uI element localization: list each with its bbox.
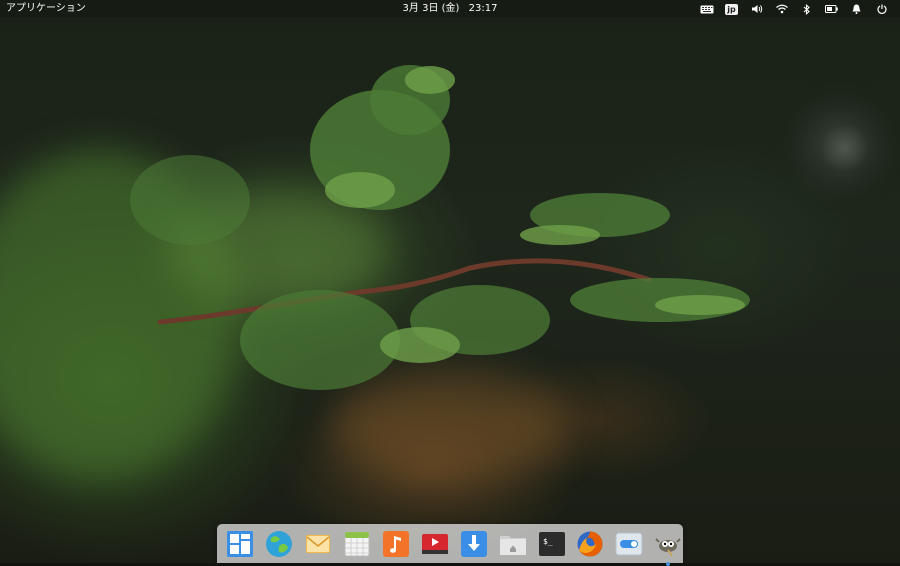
firefox-icon — [577, 531, 603, 557]
volume-icon[interactable] — [744, 0, 769, 18]
input-method-indicator[interactable]: jp — [719, 0, 744, 18]
appcenter-icon — [460, 531, 487, 557]
applications-menu-button[interactable]: アプリケーション — [6, 0, 86, 18]
notifications-icon[interactable] — [844, 0, 869, 18]
files-icon — [499, 536, 526, 555]
web-browser-launcher[interactable] — [260, 528, 299, 560]
bluetooth-icon[interactable] — [794, 0, 819, 18]
web-browser-icon — [266, 531, 293, 557]
mail-launcher[interactable] — [299, 528, 338, 560]
music-icon — [383, 531, 409, 557]
clock-date: 3月 3日 (金) — [402, 3, 460, 14]
calendar-launcher[interactable] — [338, 528, 377, 560]
top-panel: アプリケーション 3月 3日 (金) 23:17 jp — [0, 0, 900, 18]
multitasking-view-icon — [227, 531, 254, 557]
gimp-launcher[interactable] — [649, 528, 688, 566]
gimp-icon — [655, 538, 681, 557]
power-icon[interactable] — [869, 0, 894, 18]
keyboard-icon[interactable] — [694, 0, 719, 18]
mail-icon — [306, 535, 331, 553]
videos-launcher[interactable] — [415, 528, 454, 560]
system-settings-launcher[interactable] — [610, 528, 649, 560]
input-method-label: jp — [725, 3, 738, 15]
clock-time: 23:17 — [468, 3, 498, 14]
system-settings-icon — [615, 532, 643, 556]
svg-text:$_: $_ — [543, 537, 553, 546]
appcenter-launcher[interactable] — [454, 528, 493, 560]
music-launcher[interactable] — [377, 528, 416, 560]
calendar-icon — [344, 531, 370, 557]
files-launcher[interactable] — [493, 528, 532, 560]
videos-icon — [421, 534, 448, 554]
battery-icon[interactable] — [819, 0, 844, 18]
evergreen-branch-photo — [130, 65, 750, 390]
firefox-launcher[interactable] — [571, 528, 610, 560]
date-time-indicator[interactable]: 3月 3日 (金) 23:17 — [400, 0, 501, 18]
terminal-icon: $_ — [538, 532, 565, 556]
terminal-launcher[interactable]: $_ — [532, 528, 571, 560]
wifi-icon[interactable] — [769, 0, 794, 18]
dock: $_ — [217, 524, 683, 566]
indicator-area: jp — [694, 0, 894, 18]
desktop-wallpaper — [0, 0, 900, 563]
multitasking-view-launcher[interactable] — [221, 528, 260, 560]
